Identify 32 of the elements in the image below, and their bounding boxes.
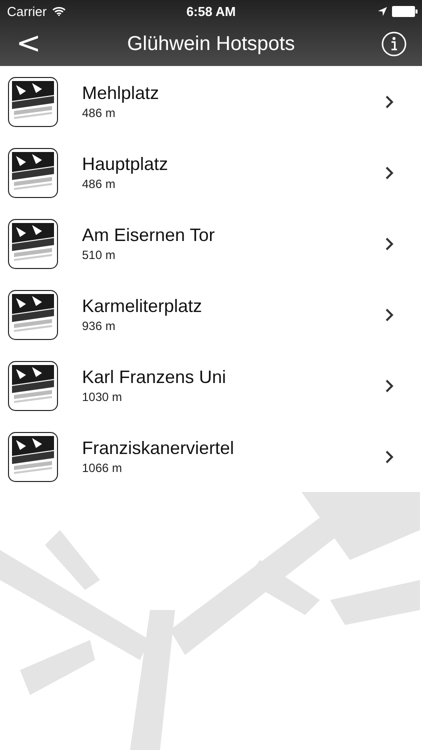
distance-label: 486 m <box>82 106 116 120</box>
window-title: Glühwein Hotspots <box>127 32 295 56</box>
distance-label: 936 m <box>82 319 116 333</box>
back-button[interactable]: < <box>10 29 48 59</box>
list-row[interactable]: Karmeliterplatz 936 m <box>0 279 422 350</box>
list-row[interactable]: Mehlplatz 486 m <box>0 66 422 137</box>
battery-icon <box>392 6 418 16</box>
distance-label: 510 m <box>82 248 116 262</box>
list-row[interactable]: Franziskanerviertel 1066 m <box>0 421 422 492</box>
wifi-icon <box>52 6 66 16</box>
chevron-icon <box>385 166 394 180</box>
place-name: Am Eisernen Tor <box>82 225 216 246</box>
chevron-icon <box>385 450 394 464</box>
distance-label: 486 m <box>82 177 116 191</box>
list-row[interactable]: Am Eisernen Tor 510 m <box>0 208 422 279</box>
info-icon[interactable] <box>381 31 407 57</box>
chevron-icon <box>385 308 394 322</box>
distance-label: 1066 m <box>82 461 124 475</box>
chevron-icon <box>385 236 394 250</box>
chevron-icon <box>385 378 394 392</box>
carrier-label: Carrier <box>7 4 47 18</box>
place-name: Karmeliterplatz <box>82 296 204 317</box>
list-row[interactable]: Hauptplatz 486 m <box>0 137 422 208</box>
place-name: Mehlplatz <box>82 83 160 104</box>
chevron-icon <box>385 94 394 108</box>
list-row[interactable]: Karl Franzens Uni 1030 m <box>0 350 422 421</box>
distance-label: 1030 m <box>82 390 124 404</box>
place-name: Karl Franzens Uni <box>82 367 228 388</box>
place-name: Hauptplatz <box>82 154 170 175</box>
place-name: Franziskanerviertel <box>82 438 236 459</box>
location-icon <box>378 6 387 16</box>
clock: 6:58 AM <box>186 4 236 18</box>
